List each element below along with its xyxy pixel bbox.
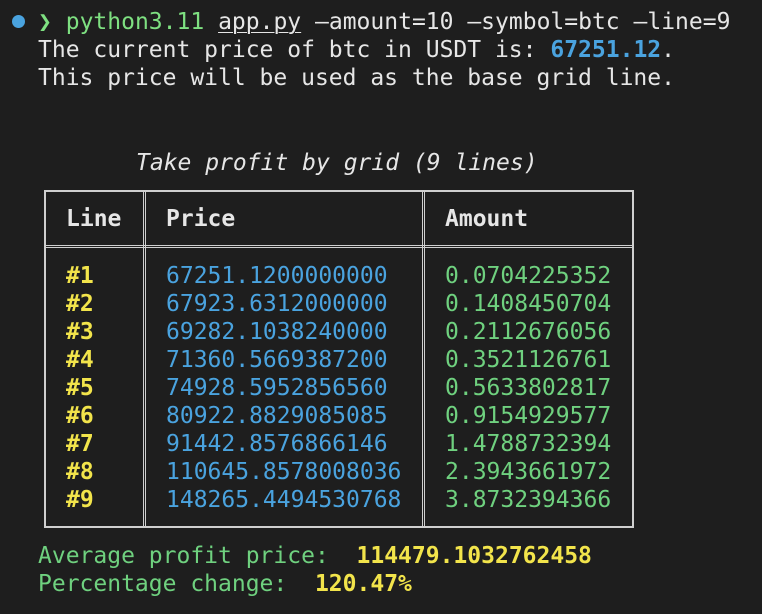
summary-average-label: Average profit price: [38, 543, 357, 569]
command-file-link[interactable]: app.py [218, 9, 301, 35]
cell-price: 67251.1200000000 [166, 263, 388, 289]
summary-average-value: 114479.1032762458 [356, 543, 592, 569]
cell-line: #7 [66, 431, 94, 457]
summary-percentage-change: Percentage change: 120.47% [38, 570, 412, 598]
cell-amount: 0.3521126761 [445, 347, 612, 373]
table-row: #7 91442.8576866146 1.4788732394 [46, 430, 632, 458]
cell-amount: 3.8732394366 [445, 487, 612, 513]
table-title: Take profit by grid (9 lines) [136, 150, 538, 176]
grid-table: Line Price Amount #1 67251.1200000000 0.… [44, 190, 634, 528]
cell-line: #1 [66, 263, 94, 289]
table-row: #3 69282.1038240000 0.2112676056 [46, 318, 632, 346]
cell-line: #3 [66, 319, 94, 345]
cell-price: 80922.8829085085 [166, 403, 388, 429]
output-price-value: 67251.12 [550, 37, 662, 63]
command-name: python3.11 [65, 9, 205, 35]
table-header: Line Price Amount [46, 192, 632, 248]
cell-price: 110645.8578008036 [166, 459, 402, 485]
cell-amount: 0.5633802817 [445, 375, 612, 401]
table-row: #2 67923.6312000000 0.1408450704 [46, 290, 632, 318]
prompt-status-dot-icon [12, 15, 25, 28]
cell-amount: 0.2112676056 [445, 319, 612, 345]
cell-price: 71360.5669387200 [166, 347, 388, 373]
cell-amount: 0.1408450704 [445, 291, 612, 317]
summary-average-profit: Average profit price: 114479.1032762458 [38, 542, 592, 570]
cell-line: #2 [66, 291, 94, 317]
table-row: #5 74928.5952856560 0.5633802817 [46, 374, 632, 402]
table-row: #8 110645.8578008036 2.3943661972 [46, 458, 632, 486]
cell-price: 67923.6312000000 [166, 291, 388, 317]
output-current-price: The current price of btc in USDT is: 672… [38, 36, 675, 64]
output-price-suffix: . [661, 37, 675, 63]
table-row: #6 80922.8829085085 0.9154929577 [46, 402, 632, 430]
cell-line: #8 [66, 459, 94, 485]
cell-line: #4 [66, 347, 94, 373]
cell-amount: 1.4788732394 [445, 431, 612, 457]
output-price-prefix: The current price of btc in USDT is: [38, 37, 551, 63]
command-args: —amount=10 —symbol=btc —line=9 [315, 9, 731, 35]
table-row: #9 148265.4494530768 3.8732394366 [46, 486, 632, 514]
column-header-amount: Amount [445, 206, 529, 232]
command-line[interactable]: ❯ python3.11 app.py —amount=10 —symbol=b… [38, 8, 730, 36]
table-row: #4 71360.5669387200 0.3521126761 [46, 346, 632, 374]
summary-percentage-value: 120.47% [314, 571, 412, 597]
table-row: #1 67251.1200000000 0.0704225352 [46, 262, 632, 290]
cell-price: 69282.1038240000 [166, 319, 388, 345]
cell-line: #9 [66, 487, 94, 513]
cell-price: 148265.4494530768 [166, 487, 402, 513]
table-body: #1 67251.1200000000 0.0704225352 #2 6792… [46, 262, 632, 514]
cell-line: #6 [66, 403, 94, 429]
cell-line: #5 [66, 375, 94, 401]
summary-percentage-label: Percentage change: [38, 571, 315, 597]
cell-price: 74928.5952856560 [166, 375, 388, 401]
column-header-price: Price [166, 206, 236, 232]
output-base-line-note: This price will be used as the base grid… [38, 65, 675, 91]
cell-amount: 0.9154929577 [445, 403, 612, 429]
cell-price: 91442.8576866146 [166, 431, 388, 457]
column-header-line: Line [66, 206, 122, 232]
prompt-chevron-icon: ❯ [38, 9, 52, 35]
cell-amount: 2.3943661972 [445, 459, 612, 485]
cell-amount: 0.0704225352 [445, 263, 612, 289]
